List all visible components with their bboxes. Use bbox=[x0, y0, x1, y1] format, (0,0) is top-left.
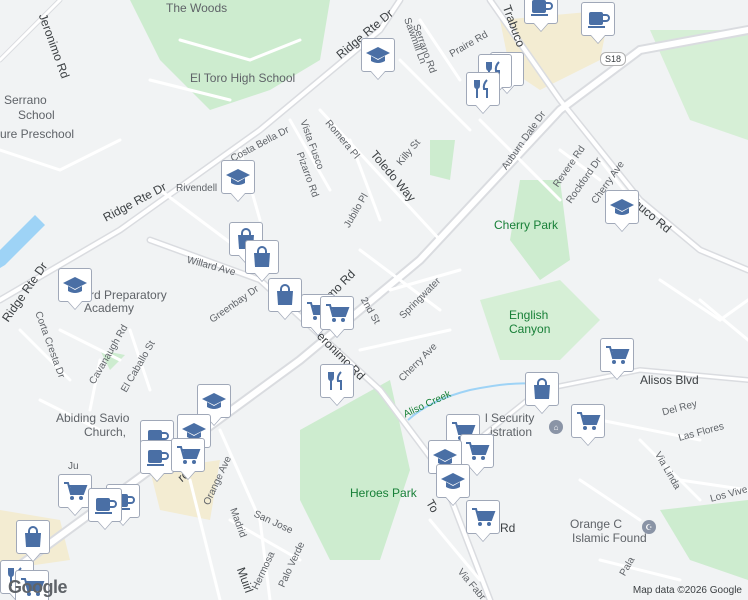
shopping-cart-icon bbox=[175, 443, 201, 467]
label-rd-fragment: Rd bbox=[500, 521, 516, 535]
label-preschool[interactable]: ure Preschool bbox=[0, 128, 74, 140]
label-orange-islamic-line1[interactable]: Orange C bbox=[570, 518, 622, 530]
label-the-woods: The Woods bbox=[166, 1, 228, 15]
map-marker-grocery[interactable] bbox=[466, 500, 500, 544]
map-marker-grocery[interactable] bbox=[58, 474, 92, 518]
restaurant-icon bbox=[324, 369, 350, 393]
label-ju-fragment: Ju bbox=[68, 461, 79, 472]
label-orange-islamic-line2[interactable]: Islamic Found bbox=[572, 532, 647, 544]
label-english-canyon-line2[interactable]: Canyon bbox=[509, 323, 550, 335]
map-marker-school[interactable] bbox=[58, 268, 92, 312]
coffee-icon bbox=[92, 493, 118, 517]
school-icon bbox=[62, 273, 88, 297]
label-heroes-park[interactable]: Heroes Park bbox=[350, 487, 417, 499]
label-abiding-savior-line2[interactable]: Church, bbox=[84, 426, 126, 438]
label-abiding-savior-line1[interactable]: Abiding Savio bbox=[56, 412, 129, 424]
shopping-cart-icon bbox=[324, 301, 350, 325]
map-marker-store[interactable] bbox=[16, 520, 50, 564]
government-icon[interactable]: ⌂ bbox=[549, 420, 563, 434]
map-marker-cafe[interactable] bbox=[524, 0, 558, 34]
school-icon bbox=[225, 165, 251, 189]
map-marker-restaurant[interactable] bbox=[466, 72, 500, 116]
shopping-cart-icon bbox=[470, 505, 496, 529]
map-marker-school[interactable] bbox=[221, 160, 255, 204]
map-marker-cafe[interactable] bbox=[88, 488, 122, 532]
map-marker-store[interactable] bbox=[268, 278, 302, 322]
label-serrano-school-line1[interactable]: Serrano bbox=[4, 94, 47, 106]
coffee-icon bbox=[528, 0, 554, 19]
map-marker-grocery[interactable] bbox=[171, 438, 205, 482]
school-icon bbox=[201, 389, 227, 413]
shopping-bag-icon bbox=[272, 283, 298, 307]
map-marker-school[interactable] bbox=[361, 38, 395, 82]
label-el-toro-high-school[interactable]: El Toro High School bbox=[190, 72, 295, 84]
label-english-canyon-line1[interactable]: English bbox=[509, 309, 548, 321]
school-icon bbox=[365, 43, 391, 67]
map-marker-restaurant[interactable] bbox=[320, 364, 354, 408]
mosque-icon[interactable]: ☪ bbox=[642, 520, 656, 534]
school-icon bbox=[440, 469, 466, 493]
map-marker-school[interactable] bbox=[436, 464, 470, 508]
map-marker-grocery[interactable] bbox=[600, 338, 634, 382]
map-marker-grocery[interactable] bbox=[571, 404, 605, 448]
coffee-icon bbox=[144, 445, 170, 469]
map-marker-cafe[interactable] bbox=[140, 440, 174, 484]
map-attribution[interactable]: Map data ©2026 Google bbox=[633, 585, 742, 596]
map-marker-store[interactable] bbox=[525, 372, 559, 416]
shopping-bag-icon bbox=[20, 525, 46, 549]
shopping-cart-icon bbox=[464, 439, 490, 463]
label-cherry-park[interactable]: Cherry Park bbox=[494, 219, 558, 231]
shopping-bag-icon bbox=[249, 245, 275, 269]
highway-shield-s18: S18 bbox=[600, 52, 627, 66]
label-alisos-blvd: Alisos Blvd bbox=[640, 373, 699, 387]
label-serrano-school-line2[interactable]: School bbox=[18, 109, 55, 121]
coffee-icon bbox=[585, 7, 611, 31]
shopping-bag-icon bbox=[529, 377, 555, 401]
restaurant-icon bbox=[470, 77, 496, 101]
shopping-cart-icon bbox=[604, 343, 630, 367]
shopping-cart-icon bbox=[62, 479, 88, 503]
map-marker-school[interactable] bbox=[605, 190, 639, 234]
map-marker-grocery[interactable] bbox=[320, 296, 354, 340]
label-rivendell: Rivendell bbox=[176, 183, 218, 194]
label-social-security-line2[interactable]: istration bbox=[490, 426, 532, 438]
school-icon bbox=[609, 195, 635, 219]
shopping-cart-icon bbox=[575, 409, 601, 433]
google-logo[interactable]: Google bbox=[8, 577, 68, 598]
map-marker-cafe[interactable] bbox=[581, 2, 615, 46]
map-canvas[interactable]: The Woods El Toro High School Serrano Sc… bbox=[0, 0, 748, 600]
